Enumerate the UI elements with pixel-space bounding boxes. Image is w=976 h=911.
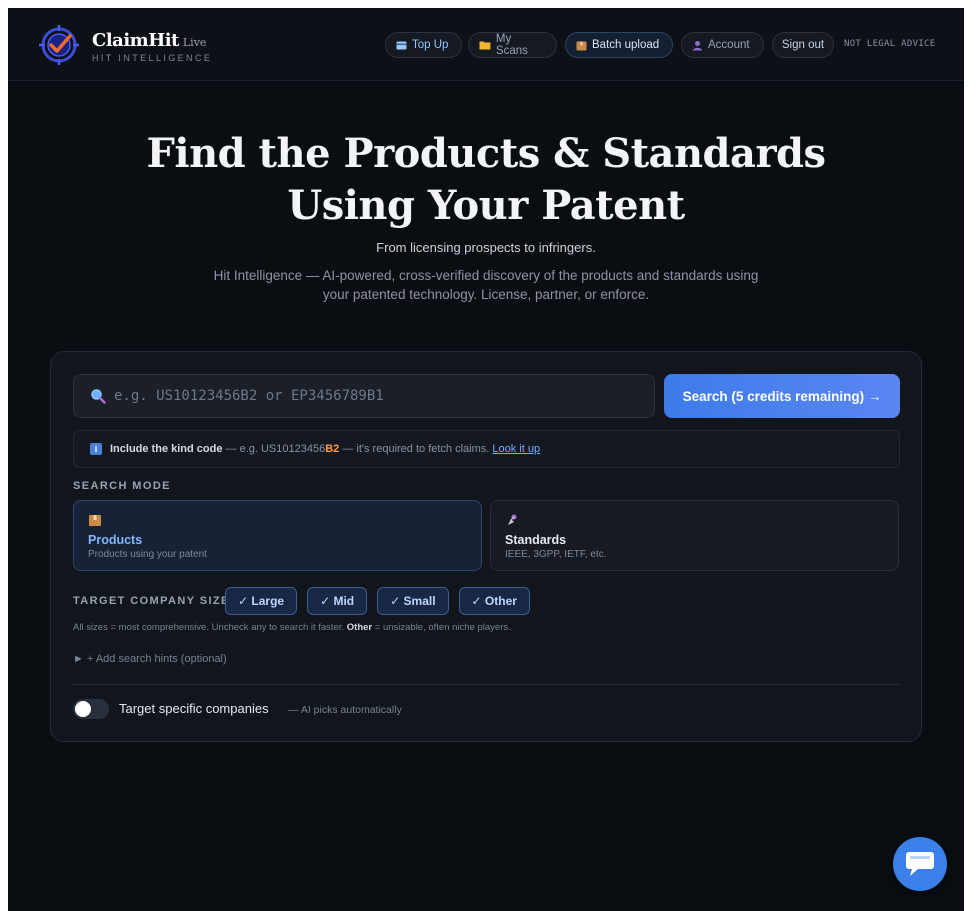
account-label: Account [708,39,750,51]
search-button[interactable]: Search (5 credits remaining) → [664,374,900,418]
app-frame: ClaimHit Live HIT INTELLIGENCE Top Up My … [8,8,964,911]
kind-code-hint-text: Include the kind code — e.g. US10123456B… [110,443,540,455]
switch-knob [75,701,91,717]
my-scans-button[interactable]: My Scans [468,32,557,58]
brand-subtitle: HIT INTELLIGENCE [92,53,213,63]
kind-code-hint: i Include the kind code — e.g. US1012345… [73,430,900,468]
hint-lead: Include the kind code [110,443,223,455]
patent-search-field[interactable] [73,374,655,418]
page-title: Find the Products & Standards Using Your… [8,128,964,232]
sign-out-button[interactable]: Sign out [772,32,834,58]
info-icon: i [90,443,102,455]
my-scans-label: My Scans [495,33,528,57]
package-icon [88,513,467,531]
claimhit-logo-icon[interactable] [38,24,80,66]
package-icon [576,41,587,50]
magnifier-icon [91,389,106,404]
satellite-icon [505,513,884,531]
account-button[interactable]: Account [681,32,764,58]
size-other-chip[interactable]: ✓ Other [458,587,530,615]
sign-out-label: Sign out [781,39,825,51]
company-size-options: ✓ Large ✓ Mid ✓ Small ✓ Other [225,587,530,615]
company-size-note: All sizes = most comprehensive. Uncheck … [73,622,511,633]
page-title-line-2: Using Your Patent [287,182,685,229]
size-note-post: = unsizable, often niche players. [372,622,511,633]
size-note-bold: Other [346,622,373,633]
target-companies-note: — AI picks automatically [288,704,402,716]
chat-icon [906,852,934,876]
chat-button[interactable] [893,837,947,891]
size-large-chip[interactable]: ✓ Large [225,587,298,615]
size-mid-chip[interactable]: ✓ Mid [307,587,368,615]
batch-upload-label: Batch upload [592,39,660,51]
mode-standards-desc: IEEE, 3GPP, IETF, etc. [505,549,607,560]
mode-products-option[interactable]: Products Products using your patent [73,500,482,571]
hint-tail: — it's required to fetch claims. [339,443,490,455]
target-companies-label: Target specific companies [119,701,269,716]
size-note-pre: All sizes = most comprehensive. Uncheck … [73,622,347,633]
brand-live-tag: Live [182,36,207,49]
hint-kind-code: B2 [325,443,340,455]
batch-upload-button[interactable]: Batch upload [565,32,673,58]
add-search-hints-toggle[interactable]: ► + Add search hints (optional) [73,653,227,665]
mode-products-title: Products [88,533,143,547]
target-companies-switch[interactable] [73,699,109,719]
card-icon [396,41,407,49]
legal-disclaimer: NOT LEGAL ADVICE [844,39,936,49]
page-title-line-1: Find the Products & Standards [146,130,826,177]
user-icon [693,40,702,50]
divider [73,684,900,685]
hero-description: Hit Intelligence — AI-powered, cross-ver… [213,268,759,302]
mode-products-desc: Products using your patent [88,549,207,560]
mode-standards-option[interactable]: Standards IEEE, 3GPP, IETF, etc. [490,500,899,571]
header: ClaimHit Live HIT INTELLIGENCE Top Up My … [8,8,964,81]
search-mode-label: SEARCH MODE [73,480,171,492]
brand-name: ClaimHit [92,30,179,51]
topup-label: Top Up [412,39,449,51]
topup-button[interactable]: Top Up [385,32,462,58]
size-small-chip[interactable]: ✓ Small [377,587,449,615]
brand[interactable]: ClaimHit Live HIT INTELLIGENCE [92,30,212,63]
mode-standards-title: Standards [505,533,567,547]
hero-subtitle: From licensing prospects to infringers. [376,240,596,255]
hint-example: — e.g. US10123456 [222,443,326,455]
patent-search-input[interactable] [114,388,634,404]
company-size-label: TARGET COMPANY SIZE [73,595,230,607]
folder-icon [479,41,491,50]
look-it-up-link[interactable]: Look it up [492,443,540,455]
search-card: Search (5 credits remaining) → i Include… [50,351,922,742]
